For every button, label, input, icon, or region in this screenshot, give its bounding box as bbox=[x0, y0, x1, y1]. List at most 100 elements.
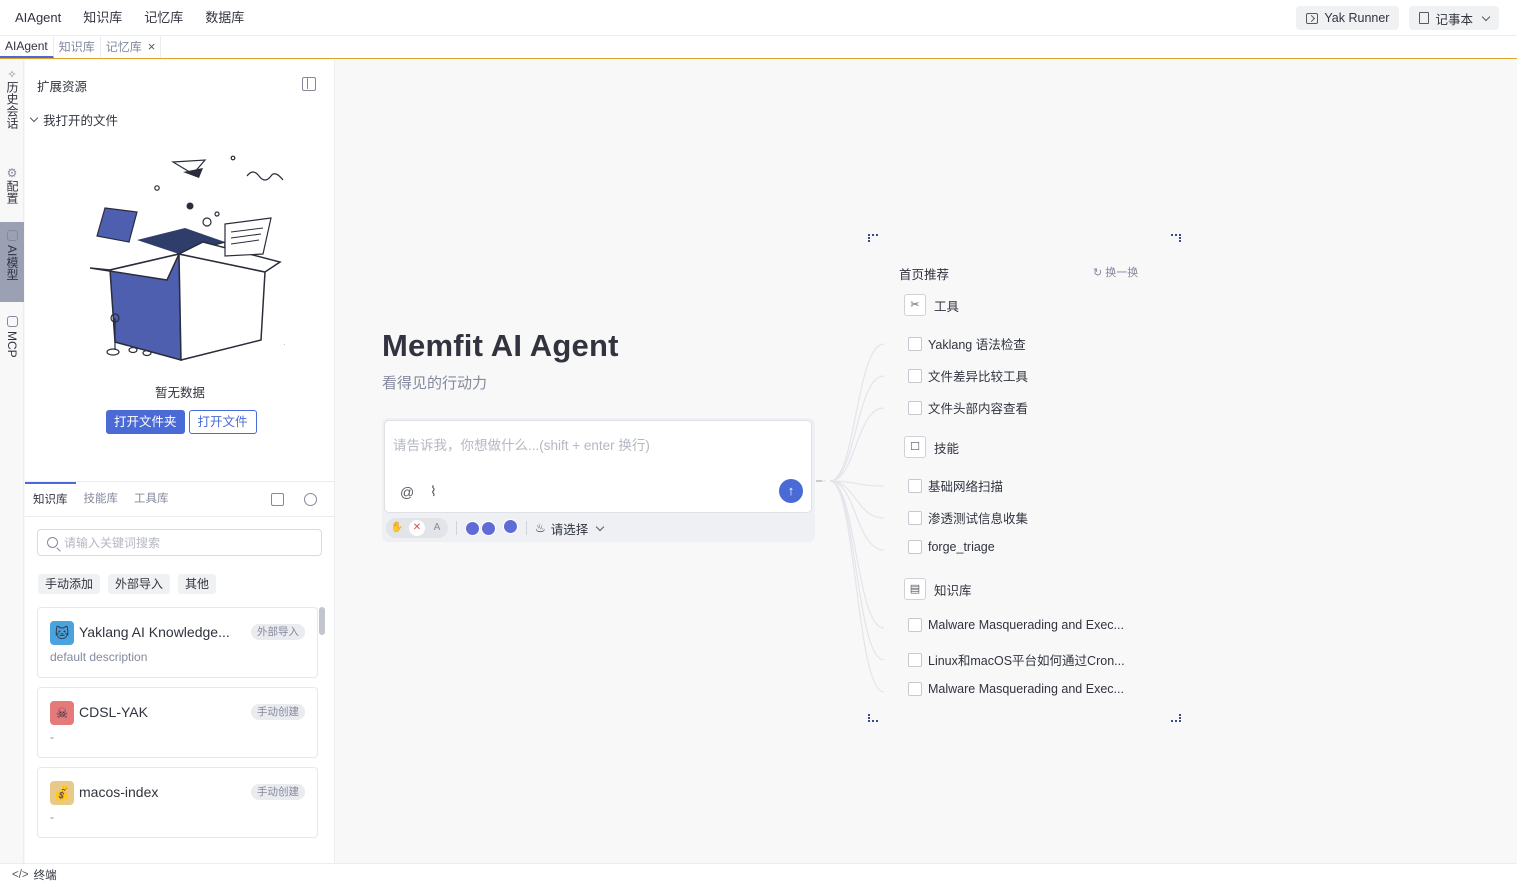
menu-memory-base[interactable]: 记忆库 bbox=[133, 0, 194, 36]
tab-aiagent[interactable]: AIAgent bbox=[0, 36, 54, 58]
rail-label: MCP bbox=[5, 331, 19, 358]
item-checkbox[interactable] bbox=[908, 540, 922, 554]
recommend-item[interactable]: 文件差异比较工具 bbox=[908, 366, 1028, 385]
model-icon bbox=[6, 230, 18, 241]
hand-icon[interactable]: ✋ bbox=[389, 520, 405, 536]
item-label: Malware Masquerading and Exec... bbox=[928, 682, 1124, 696]
chevron-down-icon bbox=[596, 522, 605, 531]
rail-ai-model[interactable]: AI模型 bbox=[0, 222, 24, 302]
tab-knowledge[interactable]: 知识库 bbox=[25, 481, 76, 517]
item-checkbox[interactable] bbox=[908, 336, 922, 351]
group-label: 知识库 bbox=[934, 583, 972, 598]
terminal-button[interactable]: 终端 bbox=[34, 867, 57, 883]
opened-files-section[interactable]: 我打开的文件 bbox=[29, 110, 119, 129]
tab-tools[interactable]: 工具库 bbox=[126, 482, 177, 517]
frame-corner bbox=[1171, 714, 1181, 722]
open-folder-button[interactable]: 打开文件夹 bbox=[106, 410, 185, 434]
knowledge-card[interactable]: 🐱 Yaklang AI Knowledge... 外部导入 default d… bbox=[37, 607, 318, 678]
menu-database[interactable]: 数据库 bbox=[194, 0, 255, 36]
terminal-icon bbox=[1306, 12, 1319, 24]
refresh-icon: ↻ bbox=[1093, 266, 1103, 279]
card-description: - bbox=[50, 730, 54, 744]
no-auto-icon[interactable]: ✕ bbox=[409, 520, 425, 536]
item-label: Malware Masquerading and Exec... bbox=[928, 618, 1124, 632]
recommend-item[interactable]: 文件头部内容查看 bbox=[908, 398, 1028, 417]
group-knowledge: ▤ 知识库 bbox=[904, 578, 972, 600]
chat-input-placeholder: 请告诉我，你想做什么...(shift + enter 换行) bbox=[393, 438, 650, 453]
side-title: 扩展资源 bbox=[37, 80, 88, 94]
recommend-item[interactable]: Malware Masquerading and Exec... bbox=[908, 618, 1124, 632]
menu-knowledge-base[interactable]: 知识库 bbox=[72, 0, 133, 36]
chat-input[interactable]: 请告诉我，你想做什么...(shift + enter 换行) @ ⌇ ↑ bbox=[384, 420, 812, 513]
tab-skills[interactable]: 技能库 bbox=[76, 482, 127, 517]
item-label: Linux和macOS平台如何通过Cron... bbox=[928, 654, 1125, 668]
menu-aiagent[interactable]: AIAgent bbox=[4, 0, 72, 36]
filter-external-import[interactable]: 外部导入 bbox=[108, 574, 171, 594]
code-icon: </> bbox=[12, 868, 29, 881]
knowledge-card-list: 🐱 Yaklang AI Knowledge... 外部导入 default d… bbox=[37, 607, 319, 857]
filter-other[interactable]: 其他 bbox=[178, 574, 217, 594]
yak-runner-button[interactable]: Yak Runner bbox=[1296, 6, 1400, 30]
skull-icon: ☠ bbox=[50, 701, 74, 725]
filter-chips: 手动添加 外部导入 其他 bbox=[38, 574, 217, 594]
recommend-title: 首页推荐 bbox=[899, 268, 950, 282]
card-list-scrollbar[interactable] bbox=[319, 607, 325, 635]
recommend-item[interactable]: 基础网络扫描 bbox=[908, 476, 1003, 495]
import-icon[interactable] bbox=[271, 493, 284, 506]
forge-select[interactable]: ♨ 请选择 bbox=[535, 519, 605, 538]
collapse-panel-icon[interactable] bbox=[302, 77, 316, 91]
knowledge-search-box bbox=[37, 529, 322, 556]
rail-label: 配置 bbox=[5, 180, 19, 204]
recommend-item[interactable]: 渗透测试信息收集 bbox=[908, 508, 1028, 527]
auto-ai-icon[interactable]: A bbox=[429, 520, 445, 536]
filter-manual-add[interactable]: 手动添加 bbox=[38, 574, 101, 594]
frame-corner bbox=[868, 714, 878, 722]
search-input[interactable] bbox=[64, 535, 304, 550]
add-icon[interactable] bbox=[304, 493, 317, 506]
knowledge-card[interactable]: 💰 macos-index 手动创建 - bbox=[37, 767, 318, 838]
rail-config[interactable]: ⚙ 配置 bbox=[0, 158, 24, 216]
knowledge-card[interactable]: ☠ CDSL-YAK 手动创建 - bbox=[37, 687, 318, 758]
tab-memory-base[interactable]: 记忆库 × bbox=[101, 36, 162, 58]
attachment-icon[interactable]: ⌇ bbox=[430, 483, 437, 500]
item-checkbox[interactable] bbox=[908, 618, 922, 632]
frame-corner bbox=[868, 234, 878, 242]
mention-icon[interactable]: @ bbox=[400, 484, 414, 500]
model-selector[interactable] bbox=[465, 515, 522, 538]
notebook-button[interactable]: 记事本 bbox=[1409, 6, 1499, 30]
group-label: 技能 bbox=[934, 441, 960, 456]
select-label: 请选择 bbox=[550, 522, 589, 537]
tab-knowledge-base[interactable]: 知识库 bbox=[54, 36, 101, 58]
recommend-item[interactable]: Malware Masquerading and Exec... bbox=[908, 682, 1124, 696]
refresh-button[interactable]: ↻ 换一换 bbox=[1093, 264, 1138, 280]
tool-icon: ✂ bbox=[904, 294, 926, 316]
item-checkbox[interactable] bbox=[908, 400, 922, 415]
sparkle-icon: ✧ bbox=[7, 69, 17, 81]
recommend-item[interactable]: Yaklang 语法检查 bbox=[908, 334, 1026, 353]
group-skills: ☐ 技能 bbox=[904, 436, 959, 458]
divider bbox=[526, 521, 527, 535]
rail-label: AI模型 bbox=[5, 245, 19, 281]
opened-files-label: 我打开的文件 bbox=[43, 114, 119, 128]
book-icon: ▤ bbox=[904, 578, 926, 600]
side-panel: 扩展资源 我打开的文件 暂无数据 打开文件夹 打开文件 知识库 技能库 工具库 … bbox=[25, 60, 335, 863]
rail-history[interactable]: ✧ 历史会话 bbox=[0, 60, 24, 146]
tab-strip: AIAgent 知识库 记忆库 × bbox=[0, 36, 1517, 59]
group-label: 工具 bbox=[934, 299, 960, 314]
open-file-button[interactable]: 打开文件 bbox=[188, 410, 257, 434]
chevron-down-icon bbox=[29, 113, 39, 123]
item-checkbox[interactable] bbox=[908, 368, 922, 383]
recommend-item[interactable]: forge_triage bbox=[908, 540, 995, 554]
item-checkbox[interactable] bbox=[908, 652, 922, 667]
card-tag: 外部导入 bbox=[251, 624, 305, 640]
money-bag-icon: 💰 bbox=[50, 781, 74, 805]
rail-mcp[interactable]: MCP bbox=[0, 308, 24, 370]
recommend-item[interactable]: Linux和macOS平台如何通过Cron... bbox=[908, 650, 1125, 669]
card-description: default description bbox=[50, 650, 148, 664]
close-icon[interactable]: × bbox=[148, 36, 156, 58]
item-checkbox[interactable] bbox=[908, 682, 922, 696]
item-checkbox[interactable] bbox=[908, 510, 922, 525]
card-tag: 手动创建 bbox=[251, 784, 305, 800]
item-checkbox[interactable] bbox=[908, 478, 922, 493]
send-button[interactable]: ↑ bbox=[779, 479, 803, 503]
